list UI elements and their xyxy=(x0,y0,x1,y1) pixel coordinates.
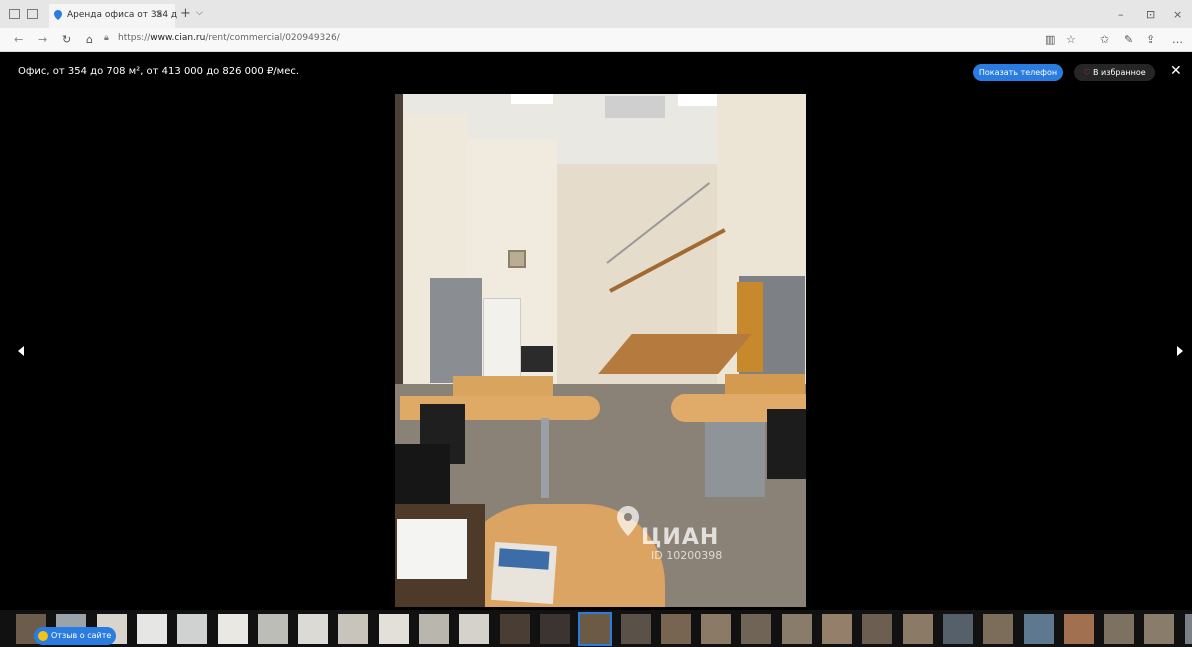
listing-headline: Офис, от 354 до 708 м², от 413 000 до 82… xyxy=(18,66,300,77)
add-favorite-button[interactable]: ♡ В избранное xyxy=(1074,64,1155,81)
show-phone-button[interactable]: Показать телефон xyxy=(973,64,1063,81)
back-arrow-icon[interactable]: ← xyxy=(14,33,23,46)
photo-thumbnail[interactable] xyxy=(620,614,651,644)
photo-thumbnail[interactable] xyxy=(1063,614,1094,644)
heart-icon: ♡ xyxy=(1083,68,1091,77)
tab-actions-icon[interactable] xyxy=(9,9,20,19)
browser-tab[interactable]: Аренда офиса от 354 д × xyxy=(49,4,177,28)
photo-thumbnail[interactable] xyxy=(701,614,732,644)
photo-thumbnail[interactable] xyxy=(1023,614,1054,644)
feedback-label: Отзыв о сайте xyxy=(51,631,112,640)
cian-favicon-icon xyxy=(54,10,62,20)
favorite-label: В избранное xyxy=(1093,68,1146,77)
tab-menu-chevron-icon[interactable]: ⌵ xyxy=(196,8,203,18)
previous-photo-arrow-icon[interactable] xyxy=(18,346,24,356)
photo-thumbnail[interactable] xyxy=(822,614,852,644)
photo-thumbnail[interactable] xyxy=(1184,614,1192,644)
home-icon[interactable]: ⌂ xyxy=(86,33,93,46)
address-bar: ← → ↻ ⌂ 🔒︎ https://www.cian.ru/rent/comm… xyxy=(0,28,1192,52)
share-icon[interactable]: ⇪ xyxy=(1146,33,1155,46)
photo-thumbnail[interactable] xyxy=(741,614,772,644)
photo-thumbnail[interactable] xyxy=(257,614,288,644)
photo-thumbnail[interactable] xyxy=(902,614,933,644)
refresh-icon[interactable]: ↻ xyxy=(62,33,71,46)
photo-thumbnail[interactable] xyxy=(539,614,570,644)
smiley-icon xyxy=(38,631,48,641)
photo-thumbnail[interactable] xyxy=(983,614,1014,644)
cian-watermark: ЦИАН xyxy=(641,525,720,550)
photo-thumbnail[interactable] xyxy=(942,614,973,644)
feedback-button[interactable]: Отзыв о сайте xyxy=(34,627,116,645)
photo-thumbnail[interactable] xyxy=(1144,614,1175,644)
photo-thumbnail[interactable] xyxy=(781,614,812,644)
tab-preview-icon[interactable] xyxy=(27,9,38,19)
photo-thumbnail[interactable] xyxy=(862,614,893,644)
minimize-button[interactable]: – xyxy=(1118,8,1124,21)
photo-thumbnail[interactable] xyxy=(419,614,449,644)
more-menu-icon[interactable]: … xyxy=(1172,33,1183,46)
forward-arrow-icon[interactable]: → xyxy=(38,33,47,46)
photo-thumbnail[interactable] xyxy=(578,612,613,646)
url-field[interactable]: https://www.cian.ru/rent/commercial/0209… xyxy=(118,33,340,43)
photo-thumbnail[interactable] xyxy=(1104,614,1135,644)
photo-thumbnail[interactable] xyxy=(136,614,167,644)
pen-icon[interactable]: ✎ xyxy=(1124,33,1133,46)
photo-thumbnail[interactable] xyxy=(378,614,409,644)
favorite-star-icon[interactable]: ☆ xyxy=(1066,33,1076,46)
close-gallery-icon[interactable]: ✕ xyxy=(1170,63,1182,79)
cian-watermark-id: ID 10200398 xyxy=(651,549,723,562)
thumbnail-strip xyxy=(0,610,1192,647)
next-photo-arrow-icon[interactable] xyxy=(1177,346,1183,356)
photo-thumbnail[interactable] xyxy=(459,614,490,644)
photo-thumbnail[interactable] xyxy=(660,614,691,644)
photo-thumbnail[interactable] xyxy=(298,614,329,644)
new-tab-button[interactable]: + xyxy=(180,6,191,21)
close-window-button[interactable]: × xyxy=(1173,8,1182,21)
photo-thumbnail[interactable] xyxy=(177,614,208,644)
maximize-button[interactable]: ⊡ xyxy=(1146,8,1155,21)
photo-thumbnail[interactable] xyxy=(338,614,369,644)
cian-watermark-pin-icon xyxy=(617,506,639,536)
photo-thumbnail[interactable] xyxy=(499,614,530,644)
favorites-hub-icon[interactable]: ✩ xyxy=(1100,33,1109,46)
lock-icon: 🔒︎ xyxy=(104,33,109,43)
tab-close-icon[interactable]: × xyxy=(155,9,163,20)
listing-photo: ЦИАН ID 10200398 xyxy=(395,94,806,607)
browser-tab-bar: Аренда офиса от 354 д × + ⌵ – ⊡ × xyxy=(0,0,1192,28)
reading-view-icon[interactable]: ▥ xyxy=(1045,33,1055,46)
photo-thumbnail[interactable] xyxy=(217,614,248,644)
